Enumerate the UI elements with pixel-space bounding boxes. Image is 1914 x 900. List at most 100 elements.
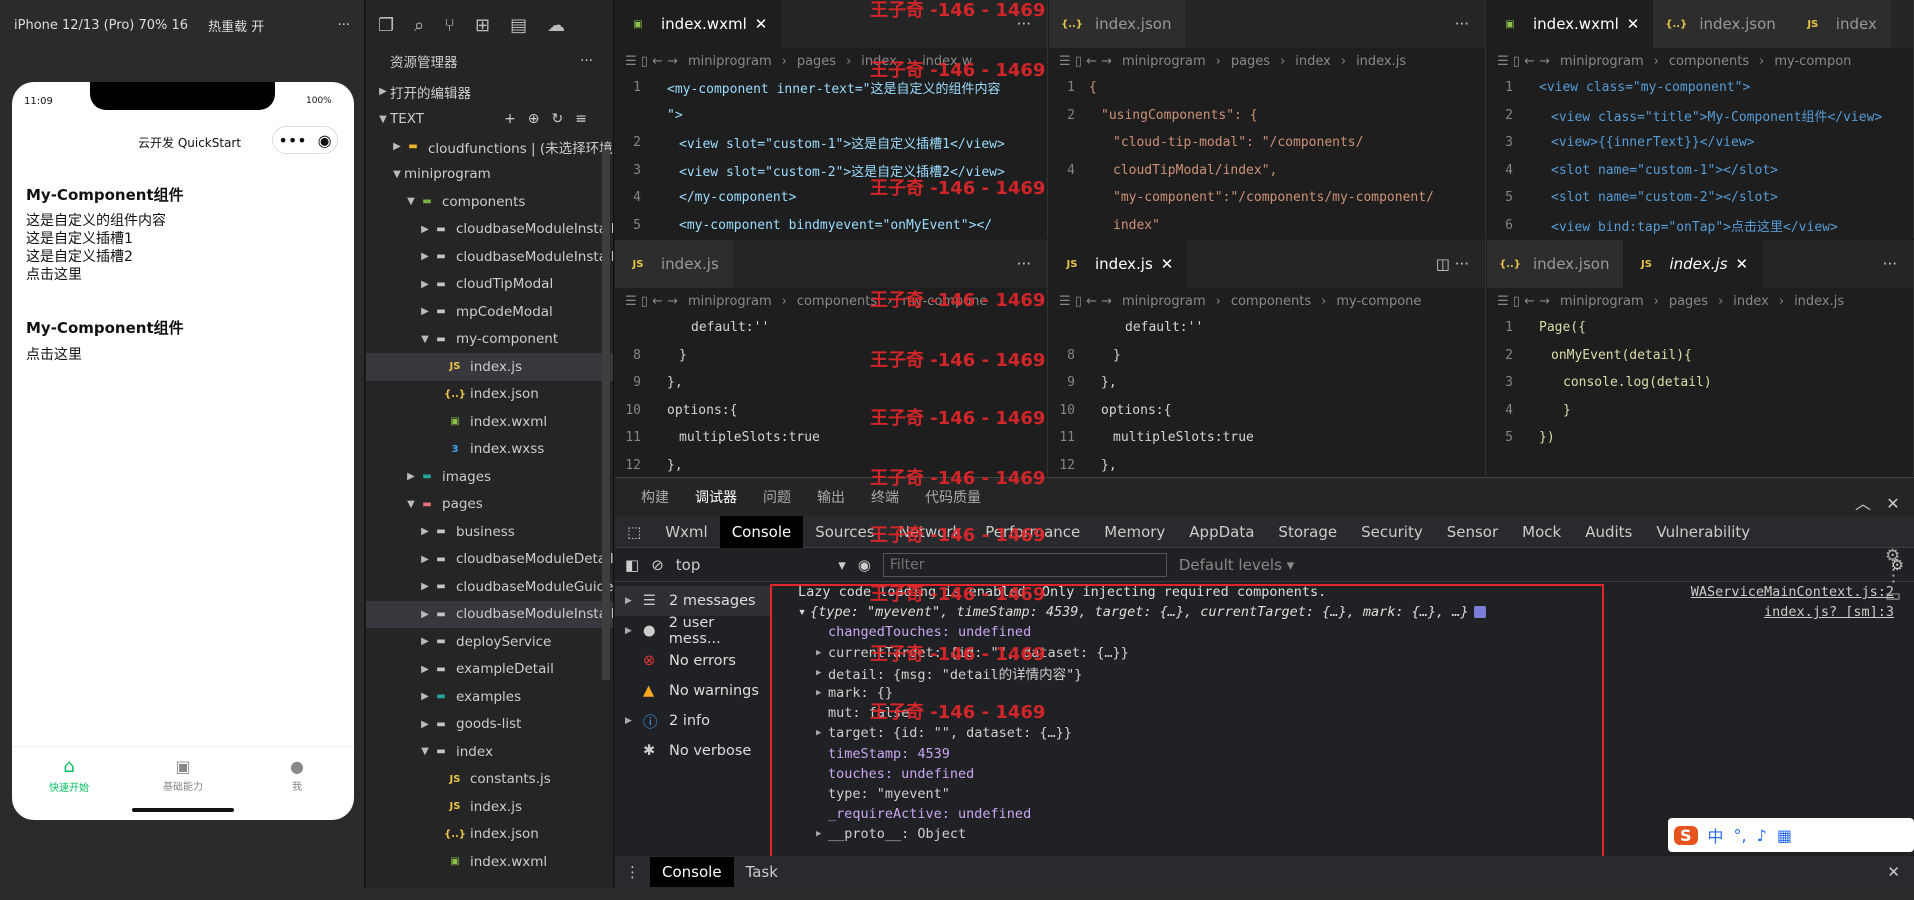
- kebab-icon[interactable]: ⋮: [1885, 566, 1902, 586]
- dock-icon[interactable]: ▭: [1885, 586, 1901, 606]
- tab-basic[interactable]: ▣ 基础能力: [126, 747, 240, 802]
- split-editor-icon[interactable]: ◫ ···: [1436, 255, 1469, 273]
- tree-item[interactable]: ▶ ▬ cloudbaseModuleDetail: [366, 546, 613, 574]
- tree-item[interactable]: ▼ ▬ index: [366, 738, 613, 766]
- code-area[interactable]: default:'' 8} 9}, 10 options:{11 multipleSlot…: [1049, 314, 1485, 476]
- capsule-close-icon[interactable]: ◉: [318, 131, 332, 150]
- tree-item[interactable]: JS constants.js: [366, 766, 613, 794]
- code-area[interactable]: 1 <my-component inner-text="这是自定义的组件内容 "> 2…: [615, 74, 1047, 238]
- devtools-tab[interactable]: Console: [719, 515, 804, 548]
- console-filter-item[interactable]: ▶ ⓘ 2 info: [615, 706, 770, 736]
- tree-item[interactable]: ▶ ▬ business: [366, 518, 613, 546]
- settings-gear-icon[interactable]: ⚙: [1885, 546, 1900, 566]
- capsule-more-icon[interactable]: •••: [278, 131, 306, 150]
- tree-item[interactable]: JS index.js: [366, 793, 613, 821]
- panel-tab[interactable]: 输出: [817, 487, 845, 507]
- panel-tab[interactable]: 调试器: [695, 487, 737, 507]
- tree-item[interactable]: ▶ ▬ cloudbaseModuleInstall...: [366, 243, 613, 271]
- debug-icon[interactable]: ▤: [510, 15, 527, 36]
- log-source-link[interactable]: WAServiceMainContext.js:2: [1691, 584, 1894, 600]
- tree-item[interactable]: ▼ miniprogram: [366, 161, 613, 189]
- devtools-tab[interactable]: Memory: [1092, 516, 1177, 548]
- device-selector[interactable]: iPhone 12/13 (Pro) 70% 16: [14, 18, 188, 33]
- console-filter-input[interactable]: [882, 552, 1167, 577]
- tab-component-json[interactable]: {..} index.json: [1653, 0, 1790, 48]
- devtools-tab[interactable]: Sensor: [1435, 516, 1510, 548]
- tree-item[interactable]: {..} index.json: [366, 821, 613, 849]
- tree-item[interactable]: ▶ ▬ cloudTipModal: [366, 271, 613, 299]
- drawer-menu-icon[interactable]: ⋮: [615, 863, 650, 881]
- hot-reload-toggle[interactable]: 热重载 开: [208, 16, 264, 35]
- search-icon[interactable]: ⌕: [414, 15, 424, 36]
- log-source-link-2[interactable]: index.js? [sm]:3: [1764, 604, 1894, 620]
- context-selector[interactable]: top ▾: [676, 556, 846, 574]
- tree-item[interactable]: ▣ index.wxml: [366, 848, 613, 876]
- tree-item[interactable]: ▶ ▬ exampleDetail: [366, 656, 613, 684]
- tree-item[interactable]: ▼ ▬ components: [366, 188, 613, 216]
- tree-item[interactable]: {..} index.json: [366, 381, 613, 409]
- tab-index-js[interactable]: JS index.js: [615, 240, 733, 288]
- panel-tab[interactable]: 代码质量: [925, 487, 981, 507]
- tree-item[interactable]: ▶ ▬ cloudbaseModuleInstall...: [366, 600, 613, 628]
- console-filter-item[interactable]: ⊗ No errors: [615, 646, 770, 676]
- tree-item[interactable]: ▶ ▬ cloudfunctions | (未选择环境): [366, 133, 613, 161]
- devtools-tab[interactable]: Storage: [1266, 516, 1349, 548]
- console-filter-item[interactable]: ▶ ● 2 user mess...: [615, 615, 770, 647]
- tab-index-wxml[interactable]: ▣ index.wxml ✕: [615, 0, 782, 48]
- tap-here-text[interactable]: 点击这里: [26, 266, 166, 284]
- tap-here-text-2[interactable]: 点击这里: [26, 346, 82, 364]
- drawer-tab-console[interactable]: Console: [650, 857, 734, 887]
- devtools-tab[interactable]: AppData: [1177, 516, 1266, 548]
- devtools-tab[interactable]: Mock: [1510, 516, 1573, 548]
- maximize-icon[interactable]: ︿: [1855, 494, 1871, 513]
- console-filter-item[interactable]: ▲ No warnings: [615, 676, 770, 706]
- drawer-tab-task[interactable]: Task: [734, 857, 790, 887]
- devtools-tab[interactable]: Vulnerability: [1644, 516, 1762, 548]
- code-area[interactable]: 1 <view class="my-component"> 2 <view class…: [1487, 74, 1913, 238]
- inspect-icon[interactable]: ⬚: [615, 516, 653, 548]
- tree-item[interactable]: ▼ ▬ my-component: [366, 326, 613, 354]
- files-icon[interactable]: ❐: [378, 15, 394, 36]
- eye-icon[interactable]: ◉: [858, 556, 871, 574]
- tab-me[interactable]: ● 我: [240, 747, 354, 802]
- open-editors-section[interactable]: ▶ 打开的编辑器: [366, 78, 613, 106]
- extensions-icon[interactable]: ⊞: [475, 15, 490, 36]
- drawer-close-icon[interactable]: ✕: [1887, 863, 1900, 881]
- tab-page-json[interactable]: {..} index.json: [1487, 240, 1624, 288]
- close-icon[interactable]: ✕: [755, 15, 768, 33]
- cloud-icon[interactable]: ☁: [547, 15, 565, 36]
- tab-page-js[interactable]: JS index.js ✕: [1623, 240, 1763, 288]
- tree-item[interactable]: ▼ ▬ pages: [366, 491, 613, 519]
- tab-index-js-active[interactable]: JS index.js ✕: [1049, 240, 1188, 288]
- tab-component-js[interactable]: JS index: [1789, 0, 1891, 48]
- panel-tab[interactable]: 问题: [763, 487, 791, 507]
- tab-component-wxml[interactable]: ▣ index.wxml ✕: [1487, 0, 1654, 48]
- code-area[interactable]: default:'' 8} 9}, 10 options:{11 multipleSlot…: [615, 314, 1047, 476]
- panel-tab[interactable]: 构建: [641, 487, 669, 507]
- devtools-tab[interactable]: Security: [1349, 516, 1435, 548]
- source-control-icon[interactable]: ⑂: [444, 15, 455, 36]
- ime-toolbar[interactable]: S 中 °, ♪ ▦: [1668, 818, 1914, 852]
- clear-console-icon[interactable]: ⊘: [651, 556, 664, 574]
- code-area[interactable]: 1 Page({2 onMyEvent(detail){3 console.log(d…: [1487, 314, 1913, 452]
- workspace-root[interactable]: ▼ TEXT +⊕↻≡: [366, 106, 613, 134]
- editor-more-icon[interactable]: ···: [1455, 15, 1469, 33]
- capsule-menu[interactable]: ••• ◉: [272, 126, 338, 154]
- tree-item[interactable]: JS index.js: [366, 353, 613, 381]
- tree-item[interactable]: ▶ ▬ cloudbaseModuleGuide: [366, 573, 613, 601]
- devtools-tab[interactable]: Audits: [1573, 516, 1644, 548]
- panel-tab[interactable]: 终端: [871, 487, 899, 507]
- log-levels-dropdown[interactable]: Default levels ▾: [1179, 556, 1294, 574]
- explorer-more-icon[interactable]: ···: [580, 53, 593, 69]
- explorer-scrollbar[interactable]: [602, 150, 610, 680]
- tab-index-json[interactable]: {..} index.json: [1049, 0, 1186, 48]
- tree-item[interactable]: 3 index.wxss: [366, 436, 613, 464]
- console-filter-item[interactable]: ✱ No verbose: [615, 736, 770, 766]
- menu-icon[interactable]: ☰ ▯ ← →: [625, 54, 678, 69]
- simulator-more-icon[interactable]: ···: [338, 18, 350, 33]
- console-filter-item[interactable]: ▶ ☰ 2 messages: [615, 586, 770, 616]
- tree-item[interactable]: ▶ ▬ examples: [366, 683, 613, 711]
- tree-item[interactable]: ▶ ▬ cloudbaseModuleInstall...: [366, 216, 613, 244]
- panel-close-icon[interactable]: ✕: [1886, 494, 1899, 513]
- tree-item[interactable]: ▶ ▬ deployService: [366, 628, 613, 656]
